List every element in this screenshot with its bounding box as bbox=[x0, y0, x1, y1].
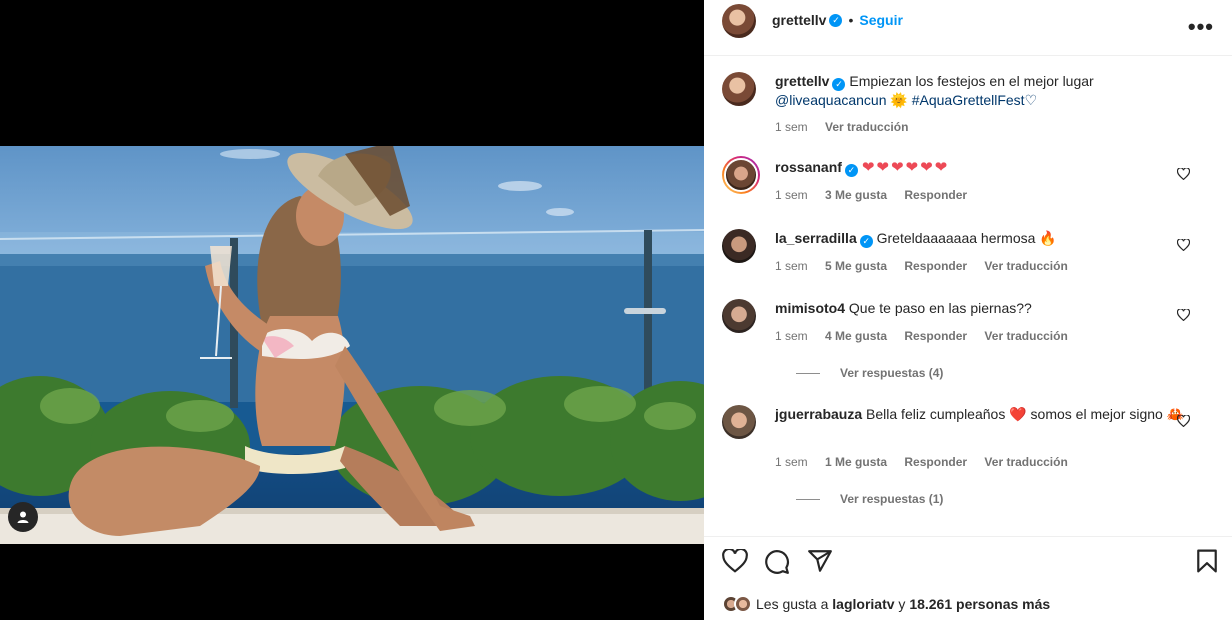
reply-button[interactable]: Responder bbox=[904, 329, 967, 343]
comment-time[interactable]: 1 sem bbox=[775, 329, 808, 343]
likes-joiner: y bbox=[898, 596, 906, 612]
comment-text-block: mimisoto4 Que te paso en las piernas?? bbox=[775, 299, 1195, 318]
likes-count[interactable]: 18.261 personas más bbox=[909, 596, 1050, 612]
translate-button[interactable]: Ver traducción bbox=[984, 329, 1067, 343]
likes-user[interactable]: lagloriatv bbox=[832, 596, 894, 612]
caption-hashtag[interactable]: #AquaGrettellFest♡ bbox=[912, 92, 1037, 108]
comment-text: Que te paso en las piernas?? bbox=[848, 300, 1032, 316]
likes-text: Les gusta a lagloriatv y 18.261 personas… bbox=[756, 596, 1050, 612]
post-media[interactable] bbox=[0, 0, 704, 620]
comment-meta: 1 sem 3 Me gusta Responder bbox=[775, 186, 981, 205]
comment-likes[interactable]: 3 Me gusta bbox=[825, 188, 887, 202]
post-side-panel: grettellv ✓ • Seguir ••• grettellv ✓ Empi… bbox=[704, 0, 1232, 620]
comment-icon[interactable] bbox=[764, 549, 790, 575]
replies-divider bbox=[796, 373, 820, 374]
photo-illustration bbox=[0, 146, 704, 544]
follow-button[interactable]: Seguir bbox=[859, 12, 903, 28]
comment-meta: 1 sem 1 Me gusta Responder Ver traducció… bbox=[775, 453, 1082, 472]
comment-item: la_serradilla ✓ Greteldaaaaaaa hermosa 🔥 … bbox=[722, 229, 1202, 279]
caption-translate[interactable]: Ver traducción bbox=[825, 120, 908, 134]
comment-text: Greteldaaaaaaa hermosa 🔥 bbox=[876, 230, 1057, 246]
verified-badge-icon: ✓ bbox=[859, 235, 873, 248]
caption-text-block: grettellv ✓ Empiezan los festejos en el m… bbox=[775, 72, 1195, 110]
comment-time[interactable]: 1 sem bbox=[775, 455, 808, 469]
likes-summary: Les gusta a lagloriatv y 18.261 personas… bbox=[722, 595, 1050, 613]
replies-divider bbox=[796, 499, 820, 500]
comment-item: rossananf ✓ ❤❤❤❤❤❤ 1 sem 3 Me gusta Respo… bbox=[722, 156, 1202, 208]
comment-time[interactable]: 1 sem bbox=[775, 259, 808, 273]
liker-avatar[interactable] bbox=[734, 595, 752, 613]
caption-meta: 1 sem Ver traducción bbox=[775, 118, 922, 137]
comment-text-block: jguerrabauza Bella feliz cumpleaños ❤️ s… bbox=[775, 405, 1195, 424]
caption-text: Empiezan los festejos en el mejor lugar bbox=[849, 73, 1094, 89]
comment-likes[interactable]: 1 Me gusta bbox=[825, 455, 887, 469]
caption-time[interactable]: 1 sem bbox=[775, 120, 808, 134]
author-avatar[interactable] bbox=[722, 4, 756, 38]
commenter-avatar[interactable] bbox=[722, 229, 756, 263]
post-actions: Les gusta a lagloriatv y 18.261 personas… bbox=[704, 536, 1232, 620]
comment-text-block: la_serradilla ✓ Greteldaaaaaaa hermosa 🔥 bbox=[775, 229, 1195, 248]
verified-badge-icon: ✓ bbox=[844, 164, 858, 177]
comment-likes[interactable]: 4 Me gusta bbox=[825, 329, 887, 343]
comment-item: mimisoto4 Que te paso en las piernas?? 1… bbox=[722, 299, 1202, 389]
author-line: grettellv ✓ • Seguir bbox=[772, 12, 903, 28]
caption-username[interactable]: grettellv bbox=[775, 73, 829, 89]
commenter-avatar[interactable] bbox=[722, 299, 756, 333]
sun-emoji: 🌞 bbox=[890, 92, 908, 108]
commenter-username[interactable]: rossananf bbox=[775, 159, 842, 175]
like-comment-heart-icon[interactable] bbox=[1177, 309, 1190, 321]
view-replies-label[interactable]: Ver respuestas (4) bbox=[840, 364, 943, 383]
comment-time[interactable]: 1 sem bbox=[775, 188, 808, 202]
comment-text: Bella feliz cumpleaños ❤️ somos el mejor… bbox=[866, 406, 1185, 422]
tag-user-icon bbox=[17, 511, 29, 523]
more-options-icon[interactable]: ••• bbox=[1188, 14, 1214, 40]
caption-mention[interactable]: @liveaquacancun bbox=[775, 92, 887, 108]
translate-button[interactable]: Ver traducción bbox=[984, 259, 1067, 273]
reply-button[interactable]: Responder bbox=[904, 455, 967, 469]
like-comment-heart-icon[interactable] bbox=[1177, 168, 1190, 180]
author-username[interactable]: grettellv bbox=[772, 12, 826, 28]
view-replies-button[interactable]: Ver respuestas (1) bbox=[796, 490, 943, 509]
commenter-avatar[interactable] bbox=[722, 405, 756, 439]
comment-text-block: rossananf ✓ ❤❤❤❤❤❤ bbox=[775, 158, 1195, 177]
caption-avatar[interactable] bbox=[722, 72, 756, 106]
comment-text: ❤❤❤❤❤❤ bbox=[861, 159, 950, 176]
commenter-avatar[interactable] bbox=[722, 156, 760, 194]
view-replies-button[interactable]: Ver respuestas (4) bbox=[796, 364, 943, 383]
verified-badge-icon: ✓ bbox=[832, 78, 846, 91]
view-replies-label[interactable]: Ver respuestas (1) bbox=[840, 490, 943, 509]
comment-meta: 1 sem 5 Me gusta Responder Ver traducció… bbox=[775, 257, 1082, 276]
reply-button[interactable]: Responder bbox=[904, 259, 967, 273]
post-photo[interactable] bbox=[0, 146, 704, 544]
comment-item: jguerrabauza Bella feliz cumpleaños ❤️ s… bbox=[722, 405, 1202, 515]
like-comment-heart-icon[interactable] bbox=[1177, 415, 1190, 427]
caption: grettellv ✓ Empiezan los festejos en el m… bbox=[722, 72, 1202, 134]
dot-separator: • bbox=[848, 12, 854, 28]
comment-meta: 1 sem 4 Me gusta Responder Ver traducció… bbox=[775, 327, 1082, 346]
like-comment-heart-icon[interactable] bbox=[1177, 239, 1190, 251]
translate-button[interactable]: Ver traducción bbox=[984, 455, 1067, 469]
commenter-username[interactable]: mimisoto4 bbox=[775, 300, 845, 316]
bookmark-icon[interactable] bbox=[1196, 549, 1218, 573]
verified-badge-icon: ✓ bbox=[829, 13, 843, 27]
commenter-username[interactable]: jguerrabauza bbox=[775, 406, 862, 422]
post-header: grettellv ✓ • Seguir ••• bbox=[704, 0, 1232, 56]
comment-likes[interactable]: 5 Me gusta bbox=[825, 259, 887, 273]
commenter-username[interactable]: la_serradilla bbox=[775, 230, 857, 246]
tag-user-button[interactable] bbox=[8, 502, 38, 532]
share-icon[interactable] bbox=[807, 549, 833, 573]
likes-prefix: Les gusta a bbox=[756, 596, 829, 612]
reply-button[interactable]: Responder bbox=[904, 188, 967, 202]
heart-icon[interactable] bbox=[722, 549, 748, 573]
